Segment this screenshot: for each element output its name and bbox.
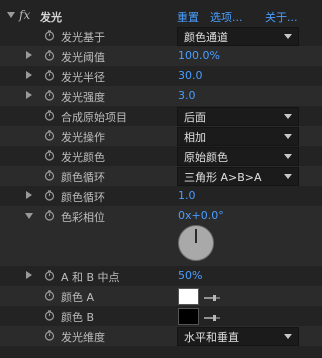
stopwatch-icon[interactable] [44, 210, 55, 221]
chevron-down-icon [284, 154, 292, 159]
row-color-b: 颜色 B [0, 306, 322, 326]
glow-colors-dropdown[interactable]: 原始颜色 [177, 147, 299, 166]
eyedropper-icon[interactable] [204, 312, 220, 325]
param-label: 发光基于 [61, 31, 105, 44]
chevron-down-icon [284, 334, 292, 339]
dropdown-value: 颜色通道 [184, 31, 228, 44]
stopwatch-icon[interactable] [44, 150, 55, 161]
stopwatch-icon[interactable] [44, 290, 55, 301]
glow-operation-dropdown[interactable]: 相加 [177, 127, 299, 146]
param-label: 颜色循环 [61, 191, 105, 204]
options-link[interactable]: 选项... [210, 9, 243, 25]
expand-triangle-icon[interactable] [26, 191, 32, 199]
row-color-looping: 颜色循环 三角形 A>B>A [0, 166, 322, 186]
row-glow-colors: 发光颜色 原始颜色 [0, 146, 322, 166]
fx-toggle-icon[interactable]: fx [19, 8, 30, 22]
reset-link[interactable]: 重置 [177, 9, 199, 25]
dropdown-value: 相加 [184, 131, 206, 144]
param-label: A 和 B 中点 [61, 271, 120, 284]
color-phase-dial[interactable] [178, 225, 214, 261]
stopwatch-icon[interactable] [44, 310, 55, 321]
row-glow-threshold: 发光阈值 100.0% [0, 46, 322, 66]
stopwatch-icon[interactable] [44, 30, 55, 41]
row-glow-radius: 发光半径 30.0 [0, 66, 322, 86]
row-composite-original: 合成原始项目 后面 [0, 106, 322, 126]
color-a-swatch[interactable] [178, 288, 199, 305]
expand-triangle-icon[interactable] [26, 91, 32, 99]
row-glow-operation: 发光操作 相加 [0, 126, 322, 146]
about-link[interactable]: 关于... [265, 9, 298, 25]
effect-name: 发光 [40, 11, 62, 24]
expand-triangle-icon[interactable] [26, 271, 32, 279]
dropdown-value: 水平和垂直 [184, 331, 239, 344]
dropdown-value: 三角形 A>B>A [184, 171, 262, 184]
param-label: 颜色 A [61, 291, 95, 304]
param-label: 色彩相位 [61, 211, 105, 224]
row-color-a: 颜色 A [0, 286, 322, 306]
param-label: 发光强度 [61, 91, 105, 104]
row-color-phase: 色彩相位 0x+0.0° [0, 206, 322, 266]
row-glow-dimensions: 发光维度 水平和垂直 [0, 326, 322, 346]
param-label: 发光半径 [61, 71, 105, 84]
stopwatch-icon[interactable] [44, 70, 55, 81]
color-loops-value[interactable]: 1.0 [178, 189, 196, 202]
ab-midpoint-value[interactable]: 50% [178, 269, 202, 282]
dial-indicator [195, 229, 197, 243]
color-b-swatch[interactable] [178, 308, 199, 325]
param-label: 发光颜色 [61, 151, 105, 164]
row-glow-intensity: 发光强度 3.0 [0, 86, 322, 106]
stopwatch-icon[interactable] [44, 130, 55, 141]
color-looping-dropdown[interactable]: 三角形 A>B>A [177, 167, 299, 186]
composite-original-dropdown[interactable]: 后面 [177, 107, 299, 126]
chevron-down-icon [284, 174, 292, 179]
dropdown-value: 后面 [184, 111, 206, 124]
expand-triangle-icon[interactable] [26, 71, 32, 79]
row-ab-midpoint: A 和 B 中点 50% [0, 266, 322, 286]
effect-controls-panel: fx 发光 重置 选项... 关于... 发光基于 颜色通道 发光阈值 100.… [0, 0, 322, 358]
glow-radius-value[interactable]: 30.0 [178, 69, 203, 82]
stopwatch-icon[interactable] [44, 50, 55, 61]
color-phase-value[interactable]: 0x+0.0° [178, 209, 224, 222]
param-label: 颜色 B [61, 311, 95, 324]
stopwatch-icon[interactable] [44, 190, 55, 201]
collapse-triangle-icon[interactable] [7, 12, 15, 18]
eyedropper-icon[interactable] [204, 292, 220, 305]
expand-triangle-icon[interactable] [26, 51, 32, 59]
param-label: 合成原始项目 [61, 111, 127, 124]
param-label: 发光维度 [61, 331, 105, 344]
row-color-loops: 颜色循环 1.0 [0, 186, 322, 206]
chevron-down-icon [284, 134, 292, 139]
stopwatch-icon[interactable] [44, 90, 55, 101]
stopwatch-icon[interactable] [44, 110, 55, 121]
row-glow-based-on: 发光基于 颜色通道 [0, 26, 322, 46]
glow-threshold-value[interactable]: 100.0% [178, 49, 220, 62]
glow-based-on-dropdown[interactable]: 颜色通道 [177, 27, 299, 46]
param-label: 颜色循环 [61, 171, 105, 184]
dropdown-value: 原始颜色 [184, 151, 228, 164]
stopwatch-icon[interactable] [44, 330, 55, 341]
param-label: 发光阈值 [61, 51, 105, 64]
stopwatch-icon[interactable] [44, 270, 55, 281]
glow-dimensions-dropdown[interactable]: 水平和垂直 [177, 327, 299, 346]
effect-header: fx 发光 重置 选项... 关于... [0, 5, 322, 27]
chevron-down-icon [284, 34, 292, 39]
stopwatch-icon[interactable] [44, 170, 55, 181]
collapse-triangle-icon[interactable] [25, 213, 33, 219]
param-label: 发光操作 [61, 131, 105, 144]
glow-intensity-value[interactable]: 3.0 [178, 89, 196, 102]
chevron-down-icon [284, 114, 292, 119]
